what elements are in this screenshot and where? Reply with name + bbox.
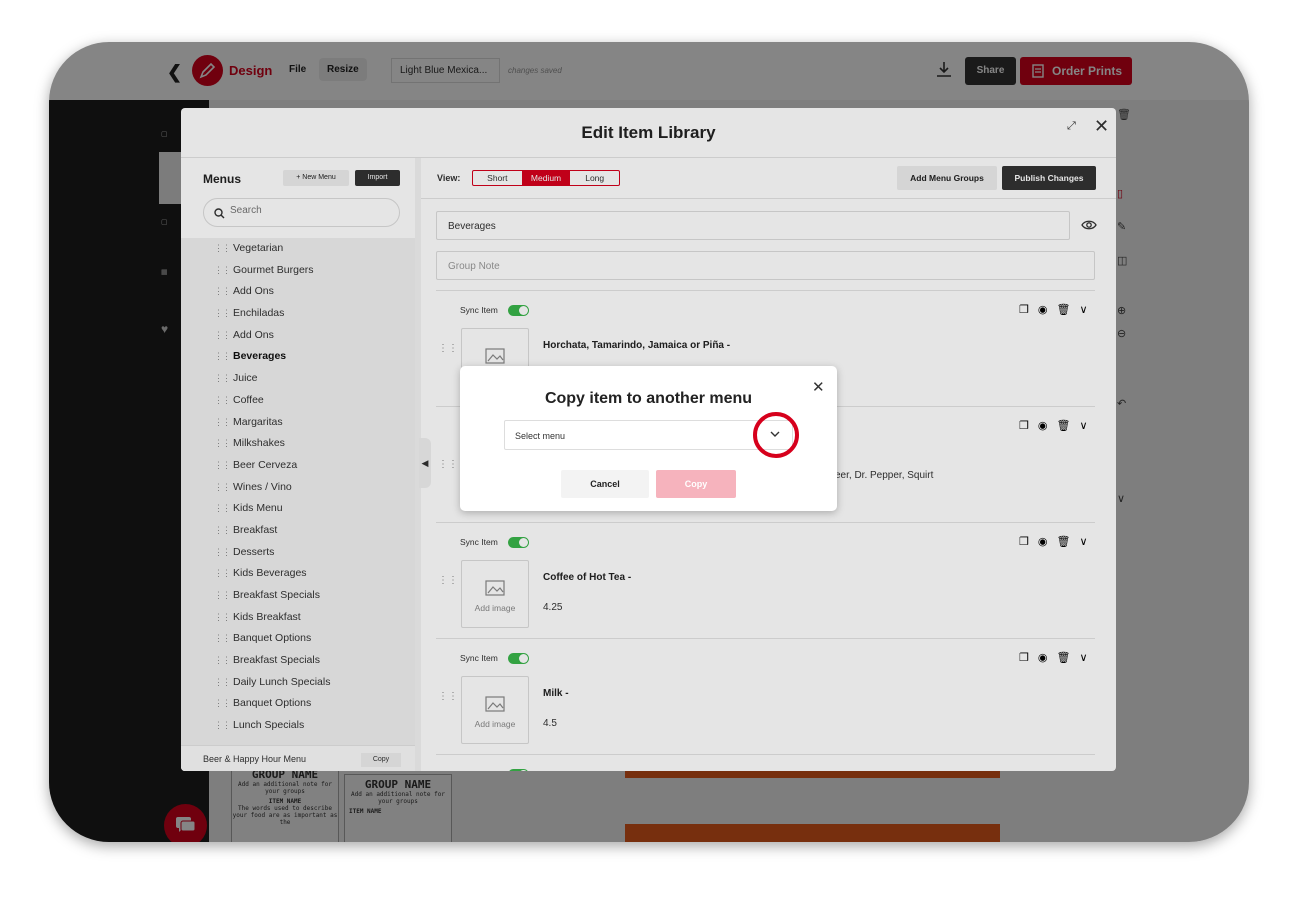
copy-button[interactable]: Copy [656,470,736,498]
app-window: ❮ Design File Resize Light Blue Mexica..… [49,42,1249,842]
copy-dialog-title: Copy item to another menu [544,390,753,407]
copy-item-dialog: Copy item to another menu ✕ Select menu … [460,366,837,511]
highlight-ring [753,412,799,458]
select-menu-dropdown[interactable]: Select menu [504,420,793,450]
close-icon[interactable]: ✕ [812,378,825,396]
cancel-button[interactable]: Cancel [561,470,649,498]
